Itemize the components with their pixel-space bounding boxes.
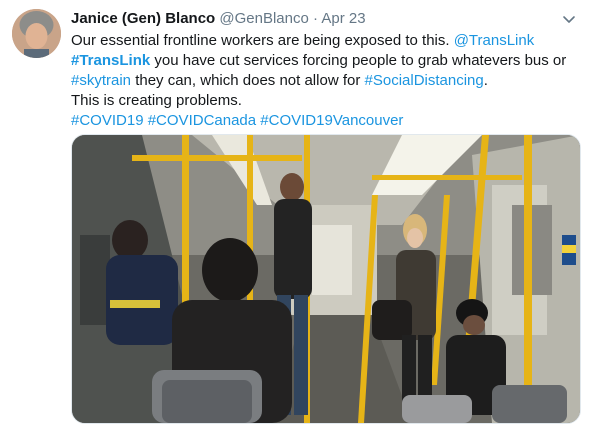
hashtag-line: #COVID19 #COVIDCanada #COVID19Vancouver <box>71 111 576 131</box>
tweet-line: This is creating problems. <box>71 91 576 111</box>
author-handle[interactable]: @GenBlanco <box>219 10 308 27</box>
train-interior-image <box>72 135 580 423</box>
text-segment: they can, which does not allow for <box>131 72 365 89</box>
separator: · <box>313 10 319 27</box>
hashtag-link[interactable]: #TransLink <box>71 52 150 69</box>
tweet-photo[interactable] <box>71 134 581 424</box>
text-segment: you have cut services forcing people to … <box>150 52 567 69</box>
hashtag-link[interactable]: #COVID19 <box>71 112 144 129</box>
hashtag-link[interactable]: #COVIDCanada <box>148 112 256 129</box>
text-segment: This is creating problems. <box>71 92 242 109</box>
tweet-text: Our essential frontline workers are bein… <box>71 31 576 131</box>
author-name[interactable]: Janice (Gen) Blanco <box>71 10 215 27</box>
chevron-down-icon[interactable] <box>561 11 577 27</box>
hashtag-link[interactable]: #skytrain <box>71 72 131 89</box>
tweet-card[interactable]: Janice (Gen) Blanco @GenBlanco · Apr 23 … <box>0 0 591 424</box>
tweet-date[interactable]: Apr 23 <box>321 10 365 27</box>
hashtag-link[interactable]: #SocialDistancing <box>365 72 484 89</box>
mention-link[interactable]: @TransLink <box>454 32 535 49</box>
hashtag-link[interactable]: #COVID19Vancouver <box>260 112 403 129</box>
tweet-line: #TransLink you have cut services forcing… <box>71 51 576 71</box>
tweet-line: Our essential frontline workers are bein… <box>71 31 576 51</box>
text-segment: Our essential frontline workers are bein… <box>71 32 454 49</box>
text-segment: . <box>483 72 488 89</box>
tweet-header: Janice (Gen) Blanco @GenBlanco · Apr 23 <box>71 9 561 29</box>
tweet-line: #skytrain they can, which does not allow… <box>71 71 576 91</box>
avatar[interactable] <box>12 9 61 58</box>
